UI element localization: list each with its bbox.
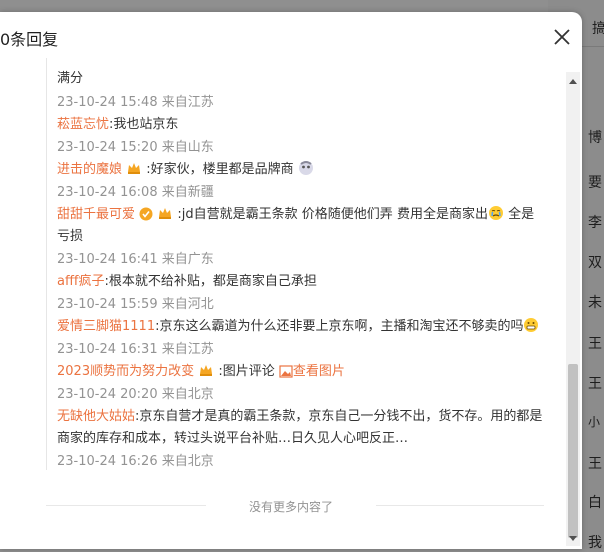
reply-meta: 23-10-24 15:20 来自山东 xyxy=(57,140,214,155)
list-item: 爱情三脚猫1111:京东这么霸道为什么还非要上京东啊，主播和淘宝还不够卖的吗 xyxy=(57,316,547,341)
reply-content-continued: 商家的库存和成本，转过头说平台补贴…日久见人心吧反正… xyxy=(57,431,409,446)
reply-meta: 23-10-24 20:20 来自北京 xyxy=(57,387,214,402)
reply-meta: 23-10-24 15:59 来自河北 xyxy=(57,297,214,312)
reply-meta: 23-10-24 15:48 来自江苏 xyxy=(57,95,214,110)
list-item: 2023顺势而为努力改变 :图片评论 查看图片 xyxy=(57,361,547,386)
anime-face-emoji-icon xyxy=(298,160,314,184)
reply-content: :我也站京东 xyxy=(109,117,179,132)
reply-meta: 23-10-24 16:41 来自广东 xyxy=(57,252,214,267)
reply-content-continued: 亏损 xyxy=(57,229,84,244)
username-link[interactable]: 菘蓝忘忧 xyxy=(57,117,109,132)
reply-text-line: 商家的库存和成本，转过头说平台补贴…日久见人心吧反正… xyxy=(57,428,547,450)
reply-content: :京东自营才是真的霸王条款，京东自己一分钱不出，货不存。用的都是 xyxy=(135,409,543,424)
reply-content: :京东这么霸道为什么还非要上京东啊，主播和淘宝还不够卖的吗 xyxy=(155,319,524,334)
username-link[interactable]: afff疯子 xyxy=(57,274,105,289)
list-item: afff疯子:根本就不给补贴，都是商家自己承担 xyxy=(57,271,547,293)
reply-content-tail: 全是 xyxy=(503,207,535,222)
reply-content: :图片评论 xyxy=(214,364,279,379)
background-item: 未 xyxy=(588,295,602,311)
reply-text-line: 满分 xyxy=(57,68,547,90)
reply-content: :根本就不给补贴，都是商家自己承担 xyxy=(104,274,317,289)
username-link[interactable]: 无缺他大姑姑 xyxy=(57,409,135,424)
crown-badge-icon xyxy=(198,362,214,386)
scroll-down-arrow-icon[interactable] xyxy=(569,534,577,542)
reply-content: 满分 xyxy=(57,71,84,86)
reply-thread: 满分 23-10-24 15:48 来自江苏 菘蓝忘忧:我也站京东 23-10-… xyxy=(46,58,557,470)
reply-content: :好家伙，楼里都是品牌商 xyxy=(142,162,294,177)
background-item: 王 xyxy=(588,336,602,352)
background-tab-label: 搞 xyxy=(592,21,604,37)
close-button[interactable] xyxy=(551,26,573,48)
background-item: 王 xyxy=(588,456,602,472)
backdrop-top xyxy=(0,0,604,12)
crown-badge-icon xyxy=(126,160,142,184)
username-link[interactable]: 2023顺势而为努力改变 xyxy=(57,364,194,379)
background-item: 要 xyxy=(588,175,602,191)
background-item: 我 xyxy=(588,535,602,551)
close-icon xyxy=(554,29,570,45)
username-link[interactable]: 爱情三脚猫1111 xyxy=(57,319,155,334)
no-more-content-label: 没有更多内容了 xyxy=(248,500,333,514)
scrollbar[interactable] xyxy=(566,72,580,546)
reply-meta: 23-10-24 16:31 来自江苏 xyxy=(57,342,214,357)
list-item: 无缺他大姑姑:京东自营才是真的霸王条款，京东自己一分钱不出，货不存。用的都是 xyxy=(57,406,547,428)
reply-meta: 23-10-24 16:26 来自北京 xyxy=(57,454,214,469)
background-item: 王 xyxy=(588,376,602,392)
background-item: 李 xyxy=(588,215,602,231)
background-item: 小 xyxy=(588,415,601,429)
background-item: 博 xyxy=(588,130,602,146)
replies-dialog: 0条回复 满分 23-10-24 15:48 来自江苏 菘蓝忘忧:我也站京东 2… xyxy=(0,12,582,549)
reply-text-line: 亏损 xyxy=(57,226,547,248)
reply-content: :jd自营就是霸王条款 价格随便他们弄 费用全是商家出 xyxy=(173,207,488,222)
background-item: 双 xyxy=(588,255,602,271)
list-item: 进击的魔娘 :好家伙，楼里都是品牌商 xyxy=(57,159,547,184)
reply-meta: 23-10-24 16:08 来自新疆 xyxy=(57,185,214,200)
username-link[interactable]: 甜甜千最可爱 xyxy=(57,207,135,222)
image-icon xyxy=(279,364,293,386)
list-item: 菘蓝忘忧:我也站京东 xyxy=(57,114,547,136)
scrollbar-thumb[interactable] xyxy=(568,364,578,538)
grimace-face-emoji-icon xyxy=(523,317,539,341)
view-image-link[interactable]: 查看图片 xyxy=(293,364,345,379)
scroll-up-arrow-icon[interactable] xyxy=(569,78,577,86)
username-link[interactable]: 进击的魔娘 xyxy=(57,162,122,177)
background-item: 白 xyxy=(588,495,602,511)
dialog-title: 0条回复 xyxy=(0,30,59,49)
